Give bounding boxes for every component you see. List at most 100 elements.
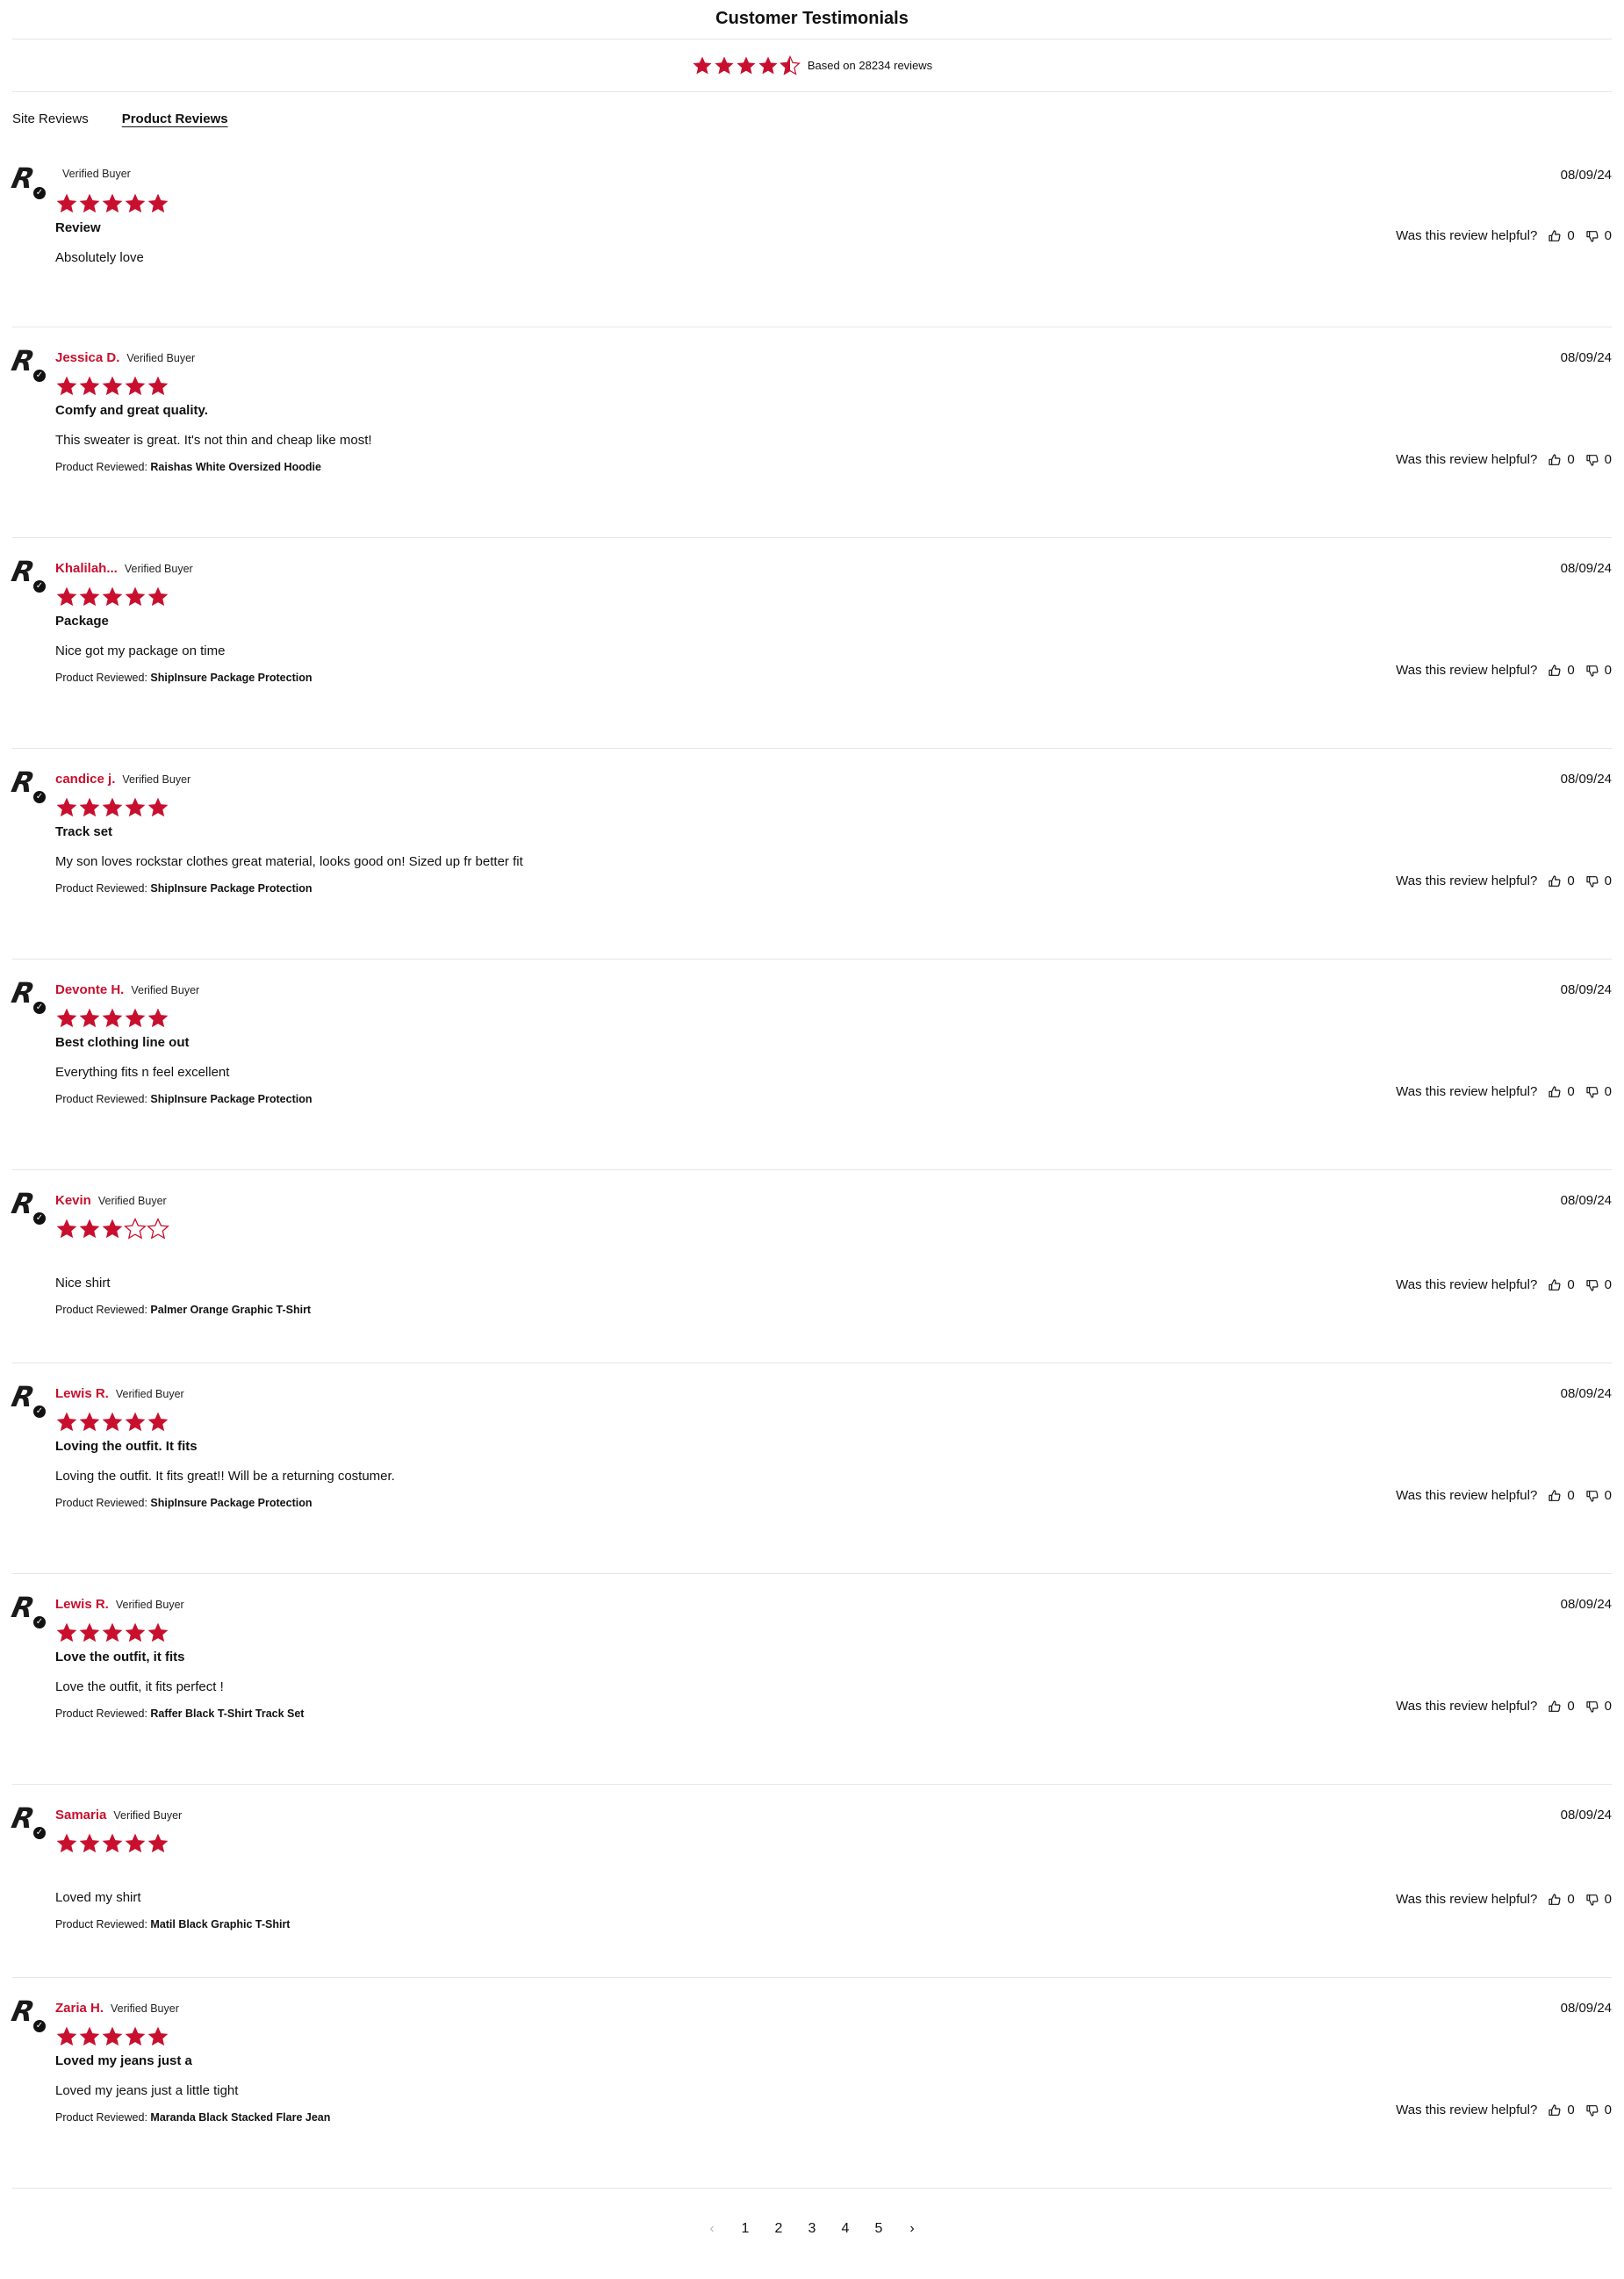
upvote-count: 0 xyxy=(1567,452,1575,467)
tab-site-reviews[interactable]: Site Reviews xyxy=(12,111,89,145)
review-content: Jessica D. Verified Buyer Comfy and great … xyxy=(55,327,1612,475)
star-icon xyxy=(56,376,77,396)
thumbs-down-icon[interactable] xyxy=(1585,874,1599,888)
upvote-count: 0 xyxy=(1567,228,1575,243)
page-title: Customer Testimonials xyxy=(715,9,909,28)
thumbs-up-icon[interactable] xyxy=(1548,453,1562,467)
thumbs-down-icon[interactable] xyxy=(1585,1085,1599,1099)
reviewer-name: Khalilah... xyxy=(55,561,118,576)
upvote-count: 0 xyxy=(1567,663,1575,678)
product-name[interactable]: Palmer Orange Graphic T-Shirt xyxy=(150,1304,311,1316)
product-label: Product Reviewed: xyxy=(55,882,147,895)
review-content: Khalilah... Verified Buyer Package Nice got… xyxy=(55,538,1612,686)
reviewer-name: Lewis R. xyxy=(55,1386,109,1401)
downvote-count: 0 xyxy=(1604,228,1612,243)
star-icon xyxy=(102,1622,123,1643)
reviewer-name: Devonte H. xyxy=(55,982,125,997)
page-4[interactable]: 4 xyxy=(839,2221,852,2237)
product-label: Product Reviewed: xyxy=(55,1304,147,1316)
thumbs-down-icon[interactable] xyxy=(1585,1700,1599,1714)
page-1[interactable]: 1 xyxy=(739,2221,751,2237)
star-icon xyxy=(147,2026,169,2046)
star-icon xyxy=(125,797,146,817)
thumbs-up-icon[interactable] xyxy=(1548,1893,1562,1907)
upvote-count: 0 xyxy=(1567,1277,1575,1292)
verified-check-icon: ✓ xyxy=(33,1212,46,1225)
thumbs-down-icon[interactable] xyxy=(1585,1893,1599,1907)
brand-logo-icon: R xyxy=(8,1591,36,1624)
brand-logo-icon: R xyxy=(8,1187,36,1220)
product-name[interactable]: ShipInsure Package Protection xyxy=(150,672,312,684)
next-page-button[interactable]: › xyxy=(906,2221,918,2237)
thumbs-down-icon[interactable] xyxy=(1585,1489,1599,1503)
star-icon xyxy=(147,586,169,607)
thumbs-up-icon[interactable] xyxy=(1548,1489,1562,1503)
thumbs-up-icon[interactable] xyxy=(1548,1085,1562,1099)
pagination: ‹ 1 2 3 4 5 › xyxy=(0,2221,1624,2237)
avatar: R ✓ xyxy=(9,1380,46,1420)
product-name[interactable]: Raffer Black T-Shirt Track Set xyxy=(150,1707,304,1720)
thumbs-down-icon[interactable] xyxy=(1585,664,1599,678)
review-count: Based on 28234 reviews xyxy=(807,59,933,72)
avatar: R ✓ xyxy=(8,1591,46,1630)
star-icon xyxy=(102,586,123,607)
reviewer-row: Zaria H. Verified Buyer xyxy=(55,2001,1612,2017)
review-title: Loved my jeans just a xyxy=(55,2053,192,2068)
thumbs-up-icon[interactable] xyxy=(1548,2103,1562,2117)
tab-product-reviews[interactable]: Product Reviews xyxy=(122,111,228,145)
review-card: R ✓ Samaria Verified Buyer Loved my shirt Pro… xyxy=(8,1785,1612,1978)
product-name[interactable]: ShipInsure Package Protection xyxy=(150,1497,312,1509)
review-date: 08/09/24 xyxy=(1560,982,1612,997)
thumbs-down-icon[interactable] xyxy=(1585,229,1599,243)
star-icon xyxy=(56,1622,77,1643)
brand-logo-icon: R xyxy=(8,1995,36,2028)
thumbs-up-icon[interactable] xyxy=(1548,664,1562,678)
thumbs-down-icon[interactable] xyxy=(1585,2103,1599,2117)
brand-logo-icon: R xyxy=(8,1801,36,1835)
product-label: Product Reviewed: xyxy=(55,461,147,473)
review-card: R ✓ Kevin Verified Buyer Nice shirt Product R… xyxy=(8,1170,1612,1363)
thumbs-down-icon[interactable] xyxy=(1585,453,1599,467)
reviewer-row: Verified Buyer xyxy=(55,168,1612,183)
product-name[interactable]: Raishas White Oversized Hoodie xyxy=(150,461,321,473)
review-stars xyxy=(55,1218,1612,1240)
page-5[interactable]: 5 xyxy=(873,2221,885,2237)
star-icon xyxy=(56,193,77,213)
helpful-label: Was this review helpful? xyxy=(1396,1892,1538,1907)
review-card: R ✓ Jessica D. Verified Buyer Comfy and grea… xyxy=(9,327,1612,538)
verified-check-icon: ✓ xyxy=(33,1827,46,1839)
avatar: R ✓ xyxy=(8,1995,46,2034)
thumbs-up-icon[interactable] xyxy=(1548,1700,1562,1714)
star-icon xyxy=(147,1622,169,1643)
review-content: Devonte H. Verified Buyer Best clothing li… xyxy=(55,960,1612,1107)
verified-badge: Verified Buyer xyxy=(115,1388,184,1400)
reviewer-name: candice j. xyxy=(55,772,116,787)
star-icon xyxy=(125,586,146,607)
star-icon xyxy=(102,193,123,213)
page-2[interactable]: 2 xyxy=(772,2221,785,2237)
thumbs-up-icon[interactable] xyxy=(1548,874,1562,888)
thumbs-down-icon[interactable] xyxy=(1585,1278,1599,1292)
product-name[interactable]: ShipInsure Package Protection xyxy=(150,882,312,895)
reviewer-row: Lewis R. Verified Buyer xyxy=(55,1597,1612,1613)
helpful-row: Was this review helpful? 0 0 xyxy=(1396,1488,1612,1503)
review-body: Love the outfit, it fits perfect ! xyxy=(55,1679,224,1694)
thumbs-up-icon[interactable] xyxy=(1548,1278,1562,1292)
verified-check-icon: ✓ xyxy=(33,2020,46,2032)
reviewer-name: Jessica D. xyxy=(55,350,120,365)
thumbs-up-icon[interactable] xyxy=(1548,229,1562,243)
product-name[interactable]: Maranda Black Stacked Flare Jean xyxy=(150,2111,330,2124)
reviewer-row: Kevin Verified Buyer xyxy=(55,1193,1612,1209)
brand-logo-icon: R xyxy=(8,766,36,799)
helpful-label: Was this review helpful? xyxy=(1396,1277,1538,1292)
page-3[interactable]: 3 xyxy=(806,2221,818,2237)
product-name[interactable]: Matil Black Graphic T-Shirt xyxy=(150,1918,290,1930)
verified-badge: Verified Buyer xyxy=(126,352,196,364)
star-icon xyxy=(125,193,146,213)
prev-page-button[interactable]: ‹ xyxy=(706,2221,718,2237)
reviewer-row: Lewis R. Verified Buyer xyxy=(55,1386,1612,1402)
star-icon xyxy=(79,1008,100,1028)
helpful-label: Was this review helpful? xyxy=(1396,228,1538,243)
review-body: Nice shirt xyxy=(55,1276,111,1290)
product-name[interactable]: ShipInsure Package Protection xyxy=(150,1093,312,1105)
